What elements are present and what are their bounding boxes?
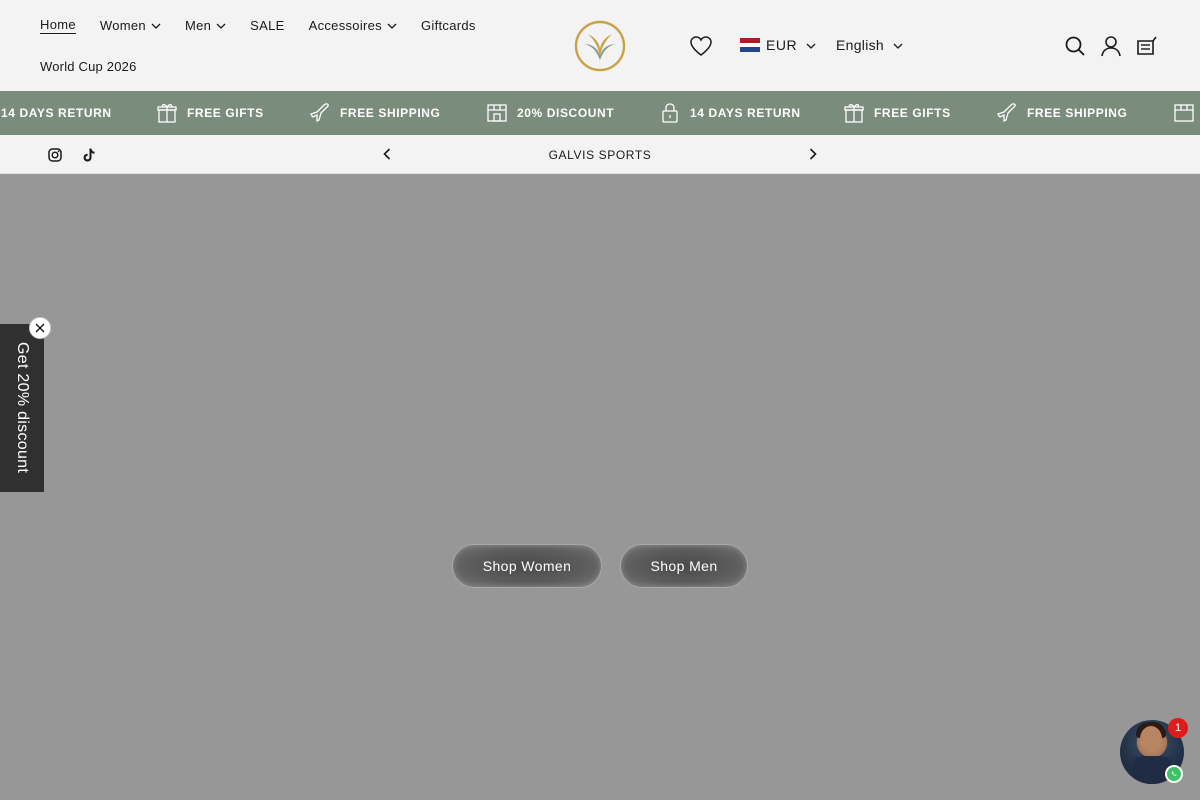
chevron-down-icon bbox=[387, 23, 397, 29]
announcement-item: FREE GIFTS bbox=[843, 91, 951, 135]
social-slider-bar: GALVIS SPORTS bbox=[0, 135, 1200, 174]
store-icon bbox=[487, 104, 507, 122]
search-icon[interactable] bbox=[1064, 35, 1086, 57]
store-icon bbox=[1174, 104, 1194, 122]
nav-women-label: Women bbox=[99, 17, 146, 33]
announcement-item: 14 DAYS RETURN bbox=[1, 91, 112, 135]
nav-sale-label: SALE bbox=[250, 17, 285, 33]
language-selector[interactable]: English bbox=[836, 36, 903, 54]
announcement-text: 20% DISCOUNT bbox=[517, 106, 615, 120]
announcement-text: FREE SHIPPING bbox=[1027, 106, 1128, 120]
chevron-down-icon bbox=[216, 23, 226, 29]
close-icon bbox=[35, 323, 45, 333]
nav-accessoires[interactable]: Accessoires bbox=[309, 16, 397, 34]
announcement-text: FREE GIFTS bbox=[874, 106, 951, 120]
nav-giftcards[interactable]: Giftcards bbox=[421, 16, 476, 34]
announcement-text: 14 DAYS RETURN bbox=[1, 106, 112, 120]
chat-notification-badge: 1 bbox=[1168, 718, 1188, 738]
chevron-down-icon bbox=[806, 43, 816, 49]
hero-banner: Shop Women Shop Men bbox=[0, 174, 1200, 800]
announcement-item: FREE SHIPPING bbox=[996, 91, 1127, 135]
slider-text: GALVIS SPORTS bbox=[548, 148, 652, 162]
nav-women[interactable]: Women bbox=[100, 16, 161, 34]
heart-icon[interactable] bbox=[689, 35, 713, 57]
discount-tab-label: Get 20% discount bbox=[14, 342, 31, 474]
announcement-text: 14 DAYS RETURN bbox=[690, 106, 801, 120]
whatsapp-icon bbox=[1165, 765, 1183, 783]
gift-icon bbox=[157, 104, 177, 123]
language-label: English bbox=[836, 37, 885, 53]
chevron-right-icon[interactable] bbox=[806, 147, 820, 161]
nav-men[interactable]: Men bbox=[185, 16, 226, 34]
chevron-left-icon[interactable] bbox=[380, 147, 394, 161]
nav-home[interactable]: Home bbox=[40, 16, 76, 34]
nav-world-cup[interactable]: World Cup 2026 bbox=[40, 57, 137, 75]
main-nav: Home Women Men SALE Accessoires Giftcard… bbox=[40, 16, 500, 34]
announcement-text: FREE SHIPPING bbox=[340, 106, 441, 120]
nav-accessoires-label: Accessoires bbox=[308, 17, 382, 33]
announcement-item: FREE SHIPPING bbox=[309, 91, 440, 135]
netherlands-flag-icon bbox=[740, 38, 760, 53]
gift-icon bbox=[844, 104, 864, 123]
instagram-icon[interactable] bbox=[47, 147, 63, 163]
lock-icon bbox=[662, 103, 678, 123]
chevron-down-icon bbox=[893, 43, 903, 49]
account-icon[interactable] bbox=[1100, 35, 1122, 57]
announcement-item bbox=[1173, 91, 1200, 135]
discount-tab[interactable]: Get 20% discount bbox=[0, 324, 44, 492]
cart-icon[interactable] bbox=[1136, 35, 1158, 57]
avatar-face bbox=[1140, 726, 1162, 752]
announcement-bar: 14 DAYS RETURN FREE GIFTS FREE SHIPPING … bbox=[0, 91, 1200, 135]
shop-men-label: Shop Men bbox=[650, 558, 718, 574]
announcement-item: 14 DAYS RETURN bbox=[659, 91, 801, 135]
nav-giftcards-label: Giftcards bbox=[421, 17, 476, 33]
brand-logo[interactable] bbox=[574, 20, 626, 72]
announcement-item: FREE GIFTS bbox=[156, 91, 264, 135]
announcement-text: FREE GIFTS bbox=[187, 106, 264, 120]
tiktok-icon[interactable] bbox=[81, 147, 97, 163]
discount-close-button[interactable] bbox=[29, 317, 51, 339]
nav-men-label: Men bbox=[184, 17, 212, 33]
currency-label: EUR bbox=[766, 37, 798, 53]
announcement-item: 20% DISCOUNT bbox=[486, 91, 614, 135]
plane-icon bbox=[310, 103, 329, 123]
nav-world-cup-label: World Cup 2026 bbox=[40, 58, 137, 74]
chevron-down-icon bbox=[151, 23, 161, 29]
shop-men-button[interactable]: Shop Men bbox=[620, 544, 748, 588]
currency-selector[interactable]: EUR bbox=[740, 36, 816, 54]
nav-sale[interactable]: SALE bbox=[250, 16, 284, 34]
shop-women-button[interactable]: Shop Women bbox=[452, 544, 602, 588]
site-header: Home Women Men SALE Accessoires Giftcard… bbox=[0, 0, 1200, 91]
nav-home-label: Home bbox=[40, 16, 76, 34]
shop-women-label: Shop Women bbox=[482, 558, 572, 574]
plane-icon bbox=[997, 103, 1016, 123]
